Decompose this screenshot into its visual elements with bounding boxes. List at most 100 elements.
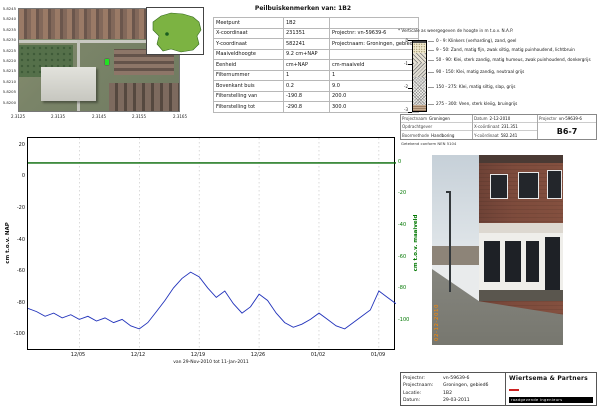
chart-x-tick: 12/26 [243, 352, 273, 358]
char-value: 1B2 [284, 18, 330, 29]
char-value [330, 18, 419, 29]
char-value: 200.0 [330, 91, 419, 102]
info-value: 231.351 [501, 124, 518, 129]
chart-x-tick: 12/19 [183, 352, 213, 358]
company-logo: Wiertsema & Partners raadgevende ingenie… [506, 373, 596, 405]
info-label: Projectnr [539, 116, 557, 121]
table-row: Filterstelling tot -290.8 300.0 [214, 102, 419, 113]
photo-roofline [479, 155, 563, 163]
borehole-layer-peat [413, 105, 426, 111]
site-photo: 02-12-2010 [432, 155, 563, 345]
borehole-depth-tick: -3 [394, 107, 408, 112]
info-label: X-coördinaat [474, 124, 499, 129]
photo-shop-window [505, 241, 521, 283]
chart-left-tick: 20 [7, 142, 25, 148]
aerial-y-tick: 5.8240 [1, 16, 16, 21]
borehole-layer-clay-silty [413, 77, 426, 105]
footer-info-block: Projectnr:vn-59639-6 Projectnaam:Groning… [400, 372, 597, 406]
photo-window [518, 172, 539, 199]
info-label: Y-coördinaat [474, 133, 499, 138]
chart-left-tick: -40 [7, 237, 25, 243]
page-title: Peilbuiskenmerken van: 1B2 [213, 5, 393, 12]
char-value: -190.8 [284, 91, 330, 102]
borehole-tick-mark [408, 112, 412, 113]
aerial-y-tick: 5.8235 [1, 27, 16, 32]
table-row: Filternummer 1 1 [214, 70, 419, 81]
company-subtitle: raadgevende ingenieurs [509, 397, 593, 403]
photo-building-base [479, 290, 563, 301]
photo-distant-building [432, 246, 484, 265]
chart-x-tick: 12/05 [63, 352, 93, 358]
logo-accent-bar [509, 389, 519, 391]
footer-row: Locatie:1B2 [403, 390, 503, 397]
borehole-leader-line [428, 87, 434, 88]
chart-left-tick: -20 [7, 205, 25, 211]
table-row: Meetpunt 1B2 [214, 18, 419, 29]
borehole-layer-clay [413, 63, 426, 77]
boring-info-col: Projectnrvn-59639-6 B6-7 [537, 115, 596, 139]
characteristics-table: Meetpunt 1B2 X-coordinaat 231351 Project… [213, 17, 419, 113]
info-value: Groningen [429, 116, 450, 121]
chart-right-tick: 0 [398, 159, 412, 165]
borehole-leader-line [428, 50, 434, 51]
chart-left-tick: 0 [7, 173, 25, 179]
chart-left-tick: -100 [7, 331, 25, 337]
char-label: Filterstelling tot [214, 102, 284, 113]
minimap-location-dot [165, 32, 169, 36]
chart-date-range: van 29-Nov-2010 tot 11-Jan-2011 [27, 360, 395, 365]
aerial-y-tick: 5.8205 [1, 89, 16, 94]
table-row: Filterstelling van -190.8 200.0 [214, 91, 419, 102]
char-value: 582241 [284, 39, 330, 50]
photo-window [547, 170, 561, 199]
chart-right-tick: -100 [398, 317, 412, 323]
chart-x-tick: 01/02 [303, 352, 333, 358]
aerial-x-tick: 2.3135 [45, 114, 71, 119]
info-label: Boormethode [402, 133, 429, 138]
groundwater-chart [27, 137, 395, 350]
char-label: Y-coordinaat [214, 39, 284, 50]
char-value: -290.8 [284, 102, 330, 113]
info-value: vn-59639-6 [559, 116, 582, 121]
borehole-note: * Verticale as weergegeven de hoogte in … [398, 28, 598, 33]
footer-value: 1B2 [443, 391, 452, 396]
footer-project-fields: Projectnr:vn-59639-6 Projectnaam:Groning… [401, 373, 506, 405]
chart-right-tick: -80 [398, 285, 412, 291]
footer-label: Projectnr: [403, 375, 443, 382]
char-label: Bovenkant buis [214, 81, 284, 92]
footer-label: Projectnaam: [403, 382, 443, 389]
table-row: X-coordinaat 231351 Projectnr: vn-59639-… [214, 28, 419, 39]
footer-label: Datum: [403, 397, 443, 404]
char-label: Maaiveldhoogte [214, 49, 284, 60]
aerial-housing-block [109, 83, 180, 112]
chart-right-tick: -60 [398, 254, 412, 260]
table-row: Y-coordinaat 582241 Projectnaam: Groning… [214, 39, 419, 50]
borehole-layer-description: 50 - 90: Klei, sterk zandig, matig humeu… [436, 57, 594, 62]
aerial-x-tick: 2.3165 [167, 114, 193, 119]
borehole-layer-clay-sandy [413, 53, 426, 63]
footer-label: Locatie: [403, 390, 443, 397]
aerial-y-tick: 5.8245 [1, 6, 16, 11]
borehole-layer-description: 0 - 9: Klinkers (verharding), zand, geel [436, 38, 594, 43]
photo-doorway [545, 237, 561, 290]
footer-row: Datum:29-03-2011 [403, 397, 503, 404]
chart-left-tick: -80 [7, 300, 25, 306]
borehole-leader-line [428, 104, 434, 105]
photo-shop-window [526, 241, 539, 283]
well-location-marker [105, 59, 109, 65]
table-row: Maaiveldhoogte 9.2 cm+NAP [214, 49, 419, 60]
chart-x-tick: 12/12 [123, 352, 153, 358]
photo-sign-band [479, 223, 563, 233]
char-label: Filternummer [214, 70, 284, 81]
info-value: Handboring [431, 133, 454, 138]
borehole-depth-tick: 0 [394, 38, 408, 43]
borehole-leader-line [428, 41, 434, 42]
photo-lamppost-head [446, 191, 451, 193]
aerial-y-tick: 5.8200 [1, 100, 16, 105]
borehole-layer-description: 9 - 50: Zand, matig fijn, zwak siltig, m… [436, 47, 594, 52]
footer-value: Groningen, gebied6 [443, 383, 488, 388]
borehole-layer-description: 150 - 275: Klei, matig siltig, slap, gri… [436, 84, 594, 89]
char-value: 0.2 [284, 81, 330, 92]
aerial-x-tick: 2.3155 [126, 114, 152, 119]
borehole-leader-line [428, 60, 434, 61]
info-value: 2-12-2010 [490, 116, 511, 121]
